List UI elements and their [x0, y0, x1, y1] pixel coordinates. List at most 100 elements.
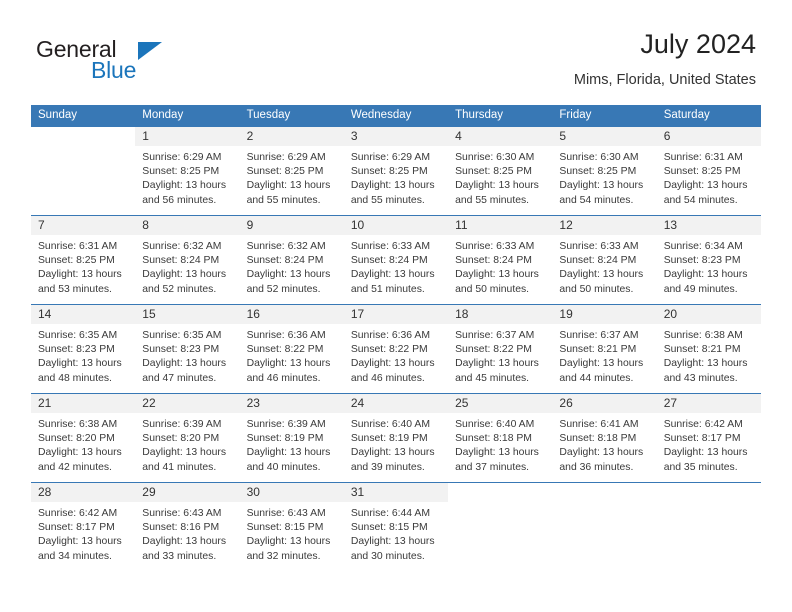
logo-triangle-icon — [138, 42, 162, 60]
daylight-text-line1: Daylight: 13 hours — [142, 358, 227, 370]
day-cell[interactable]: 19 Sunrise: 6:37 AM Sunset: 8:21 PM Dayl… — [552, 305, 657, 393]
day-cell[interactable]: 9 Sunrise: 6:32 AM Sunset: 8:24 PM Dayli… — [239, 216, 344, 304]
day-number-band: 11 — [448, 216, 553, 235]
day-cell[interactable]: 13 Sunrise: 6:34 AM Sunset: 8:23 PM Dayl… — [656, 216, 761, 304]
day-cell[interactable] — [656, 483, 761, 571]
day-number: 23 — [246, 396, 260, 410]
day-cell[interactable]: 24 Sunrise: 6:40 AM Sunset: 8:19 PM Dayl… — [343, 394, 449, 482]
day-number-band: 4 — [448, 127, 553, 146]
day-cell[interactable]: 10 Sunrise: 6:33 AM Sunset: 8:24 PM Dayl… — [343, 216, 449, 304]
sunset-text: Sunset: 8:24 PM — [559, 255, 637, 267]
day-cell[interactable]: 22 Sunrise: 6:39 AM Sunset: 8:20 PM Dayl… — [135, 394, 240, 482]
day-cell[interactable]: 31 Sunrise: 6:44 AM Sunset: 8:15 PM Dayl… — [343, 483, 449, 571]
day-cell[interactable]: 28 Sunrise: 6:42 AM Sunset: 8:17 PM Dayl… — [31, 483, 136, 571]
day-number-band: 3 — [343, 127, 449, 146]
day-info — [31, 146, 135, 151]
day-number: 20 — [663, 307, 678, 321]
daylight-text-line2: and 55 minutes. — [455, 194, 530, 206]
day-number: 4 — [455, 129, 462, 143]
day-cell[interactable]: 23 Sunrise: 6:39 AM Sunset: 8:19 PM Dayl… — [239, 394, 344, 482]
daylight-text-line2: and 56 minutes. — [142, 194, 217, 206]
sunrise-text: Sunrise: 6:40 AM — [350, 419, 430, 430]
day-cell[interactable] — [552, 483, 657, 571]
day-info — [657, 502, 761, 507]
sunrise-text: Sunrise: 6:29 AM — [142, 152, 222, 163]
day-cell[interactable]: 20 Sunrise: 6:38 AM Sunset: 8:21 PM Dayl… — [656, 305, 761, 393]
sunset-text: Sunset: 8:24 PM — [455, 255, 532, 267]
day-number: 12 — [559, 218, 573, 232]
day-cell[interactable]: 26 Sunrise: 6:41 AM Sunset: 8:18 PM Dayl… — [552, 394, 657, 482]
daylight-text-line1: Daylight: 13 hours — [142, 536, 227, 548]
day-info: Sunrise: 6:35 AM Sunset: 8:23 PM Dayligh… — [135, 324, 239, 386]
day-cell[interactable]: 12 Sunrise: 6:33 AM Sunset: 8:24 PM Dayl… — [552, 216, 657, 304]
daylight-text-line2: and 41 minutes. — [142, 461, 217, 473]
day-info — [552, 502, 656, 507]
weekday-header-saturday: Saturday — [663, 109, 710, 121]
week-row: 28 Sunrise: 6:42 AM Sunset: 8:17 PM Dayl… — [31, 482, 761, 571]
sunset-text: Sunset: 8:25 PM — [559, 166, 637, 178]
daylight-text-line1: Daylight: 13 hours — [38, 269, 122, 281]
day-cell[interactable]: 18 Sunrise: 6:37 AM Sunset: 8:22 PM Dayl… — [448, 305, 553, 393]
day-number-band: 12 — [552, 216, 657, 235]
week-row: 14 Sunrise: 6:35 AM Sunset: 8:23 PM Dayl… — [31, 304, 761, 393]
day-info: Sunrise: 6:33 AM Sunset: 8:24 PM Dayligh… — [448, 235, 552, 297]
daylight-text-line1: Daylight: 13 hours — [142, 447, 227, 459]
day-cell[interactable]: 21 Sunrise: 6:38 AM Sunset: 8:20 PM Dayl… — [31, 394, 136, 482]
day-cell[interactable]: 30 Sunrise: 6:43 AM Sunset: 8:15 PM Dayl… — [239, 483, 344, 571]
daylight-text-line2: and 33 minutes. — [142, 550, 217, 562]
day-cell[interactable]: 6 Sunrise: 6:31 AM Sunset: 8:25 PM Dayli… — [656, 127, 761, 215]
day-cell[interactable]: 17 Sunrise: 6:36 AM Sunset: 8:22 PM Dayl… — [343, 305, 449, 393]
day-number-band: 16 — [239, 305, 344, 324]
day-cell[interactable]: 7 Sunrise: 6:31 AM Sunset: 8:25 PM Dayli… — [31, 216, 136, 304]
day-number-band: 27 — [656, 394, 761, 413]
day-info: Sunrise: 6:29 AM Sunset: 8:25 PM Dayligh… — [240, 146, 344, 208]
sunrise-text: Sunrise: 6:30 AM — [455, 152, 535, 163]
daylight-text-line1: Daylight: 13 hours — [455, 269, 539, 281]
daylight-text-line2: and 30 minutes. — [350, 550, 425, 562]
sunrise-text: Sunrise: 6:33 AM — [559, 241, 639, 252]
sunset-text: Sunset: 8:22 PM — [246, 344, 324, 356]
day-cell[interactable]: 4 Sunrise: 6:30 AM Sunset: 8:25 PM Dayli… — [448, 127, 553, 215]
daylight-text-line1: Daylight: 13 hours — [350, 536, 435, 548]
sunset-text: Sunset: 8:22 PM — [350, 344, 428, 356]
day-cell[interactable]: 8 Sunrise: 6:32 AM Sunset: 8:24 PM Dayli… — [135, 216, 240, 304]
day-cell[interactable]: 3 Sunrise: 6:29 AM Sunset: 8:25 PM Dayli… — [343, 127, 449, 215]
day-number: 7 — [38, 218, 45, 232]
day-number-band: 29 — [135, 483, 240, 502]
day-info: Sunrise: 6:38 AM Sunset: 8:21 PM Dayligh… — [657, 324, 761, 386]
day-cell[interactable] — [448, 483, 553, 571]
sunset-text: Sunset: 8:20 PM — [38, 433, 115, 445]
sunrise-text: Sunrise: 6:43 AM — [142, 508, 222, 519]
day-cell[interactable]: 27 Sunrise: 6:42 AM Sunset: 8:17 PM Dayl… — [656, 394, 761, 482]
day-cell[interactable]: 29 Sunrise: 6:43 AM Sunset: 8:16 PM Dayl… — [135, 483, 240, 571]
day-cell[interactable]: 16 Sunrise: 6:36 AM Sunset: 8:22 PM Dayl… — [239, 305, 344, 393]
day-info: Sunrise: 6:38 AM Sunset: 8:20 PM Dayligh… — [31, 413, 135, 475]
daylight-text-line2: and 37 minutes. — [455, 461, 530, 473]
day-number-band: 24 — [343, 394, 449, 413]
day-info: Sunrise: 6:41 AM Sunset: 8:18 PM Dayligh… — [552, 413, 656, 475]
day-info: Sunrise: 6:29 AM Sunset: 8:25 PM Dayligh… — [135, 146, 239, 208]
day-cell[interactable]: 15 Sunrise: 6:35 AM Sunset: 8:23 PM Dayl… — [135, 305, 240, 393]
daylight-text-line1: Daylight: 13 hours — [559, 358, 644, 370]
day-cell[interactable] — [31, 127, 136, 215]
week-row: 1 Sunrise: 6:29 AM Sunset: 8:25 PM Dayli… — [31, 126, 761, 215]
sunset-text: Sunset: 8:19 PM — [246, 433, 324, 445]
day-cell[interactable]: 5 Sunrise: 6:30 AM Sunset: 8:25 PM Dayli… — [552, 127, 657, 215]
sunrise-text: Sunrise: 6:32 AM — [246, 241, 326, 252]
daylight-text-line2: and 40 minutes. — [246, 461, 321, 473]
day-number: 21 — [38, 396, 52, 410]
page-header: General Blue July 2024 Mims, Florida, Un… — [0, 0, 792, 103]
daylight-text-line1: Daylight: 13 hours — [559, 447, 644, 459]
day-number: 28 — [38, 485, 52, 499]
sunrise-text: Sunrise: 6:42 AM — [663, 419, 743, 430]
daylight-text-line2: and 50 minutes. — [559, 283, 634, 295]
day-info: Sunrise: 6:30 AM Sunset: 8:25 PM Dayligh… — [448, 146, 552, 208]
day-cell[interactable]: 2 Sunrise: 6:29 AM Sunset: 8:25 PM Dayli… — [239, 127, 344, 215]
day-cell[interactable]: 11 Sunrise: 6:33 AM Sunset: 8:24 PM Dayl… — [448, 216, 553, 304]
daylight-text-line1: Daylight: 13 hours — [350, 180, 435, 192]
day-cell[interactable]: 1 Sunrise: 6:29 AM Sunset: 8:25 PM Dayli… — [135, 127, 240, 215]
sunset-text: Sunset: 8:17 PM — [38, 522, 115, 534]
daylight-text-line2: and 53 minutes. — [38, 283, 112, 295]
day-cell[interactable]: 14 Sunrise: 6:35 AM Sunset: 8:23 PM Dayl… — [31, 305, 136, 393]
day-cell[interactable]: 25 Sunrise: 6:40 AM Sunset: 8:18 PM Dayl… — [448, 394, 553, 482]
